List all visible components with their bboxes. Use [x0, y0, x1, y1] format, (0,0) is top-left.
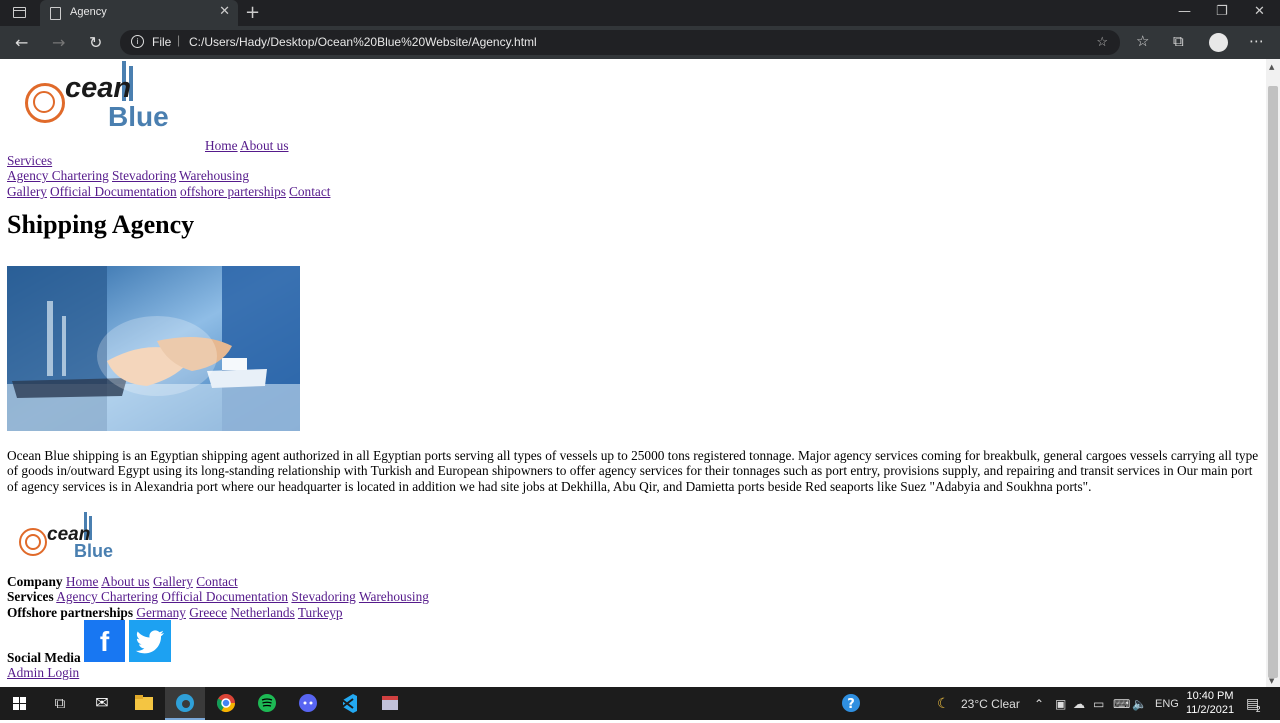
scroll-up-icon[interactable]: ▲ [1269, 63, 1274, 71]
footer-turkey-link[interactable]: Turkeyp [298, 605, 343, 620]
show-hidden-icons-icon[interactable]: ⌃ [1034, 697, 1044, 711]
nav-about-us[interactable]: About us [240, 138, 289, 153]
admin-login-link[interactable]: Admin Login [7, 665, 79, 680]
discord-icon[interactable] [288, 687, 328, 720]
social-media-label: Social Media [7, 650, 81, 665]
favorites-icon[interactable]: ☆ [1136, 32, 1149, 50]
language-indicator[interactable]: ENG [1155, 698, 1179, 710]
file-explorer-icon[interactable] [124, 687, 164, 720]
svg-text:?: ? [847, 697, 855, 712]
clock-date: 11/2/2021 [1185, 704, 1235, 716]
footer-home-link[interactable]: Home [66, 574, 99, 589]
footer-agency-chartering-link[interactable]: Agency Chartering [56, 589, 158, 604]
spotify-icon[interactable] [247, 687, 287, 720]
footer-netherlands-link[interactable]: Netherlands [230, 605, 294, 620]
url-scheme: File [152, 35, 172, 49]
page-scrollbar[interactable]: ▲ ▼ [1266, 59, 1280, 687]
footer-company-label: Company [7, 574, 63, 589]
new-tab-icon[interactable]: + [245, 2, 260, 23]
footer-warehousing-link[interactable]: Warehousing [359, 589, 429, 604]
volume-icon[interactable]: 🔈 [1132, 697, 1147, 711]
nav-gallery[interactable]: Gallery [7, 184, 47, 199]
ocean-blue-logo: cean Blue [25, 61, 190, 139]
nav-stevadoring[interactable]: Stevadoring [112, 168, 176, 183]
meet-now-icon[interactable]: ▣ [1055, 697, 1066, 711]
footer-offshore-label: Offshore partnerships [7, 605, 134, 620]
nav-warehousing[interactable]: Warehousing [179, 168, 249, 183]
scrollbar-thumb[interactable] [1268, 86, 1278, 678]
onedrive-icon[interactable]: ☁ [1073, 697, 1085, 711]
clock-time: 10:40 PM [1186, 690, 1234, 702]
help-icon[interactable]: ? [831, 687, 871, 720]
footer-logo: cean Blue [19, 512, 124, 564]
footer-about-link[interactable]: About us [101, 574, 150, 589]
tab-actions-icon[interactable] [13, 7, 26, 18]
back-icon[interactable]: ← [15, 33, 28, 52]
address-toolbar: ← → ↻ i File | C:/Users/Hady/Desktop/Oce… [0, 26, 1280, 59]
web-page: cean Blue Home About us Services Agency … [0, 59, 1266, 687]
logo-text-blue: Blue [108, 101, 169, 132]
more-icon[interactable]: ⋯ [1249, 32, 1264, 50]
add-favorite-icon[interactable]: ☆ [1096, 34, 1108, 50]
refresh-icon[interactable]: ↻ [89, 33, 102, 52]
nav-services[interactable]: Services [7, 153, 52, 168]
page-icon [50, 7, 61, 20]
vscode-icon[interactable] [329, 687, 369, 720]
tab-title: Agency [70, 6, 107, 18]
footer-services-label: Services [7, 589, 54, 604]
task-view-icon[interactable]: ⧉ [40, 687, 80, 720]
maximize-icon[interactable]: ❐ [1216, 4, 1228, 19]
close-tab-icon[interactable]: ✕ [219, 4, 230, 19]
nav-home[interactable]: Home [205, 138, 238, 153]
browser-tab[interactable]: Agency ✕ [40, 0, 238, 26]
scroll-down-icon[interactable]: ▼ [1269, 677, 1274, 685]
close-window-icon[interactable]: ✕ [1254, 4, 1265, 19]
moon-weather-icon[interactable]: ☾ [937, 695, 950, 712]
footer-official-documentation-link[interactable]: Official Documentation [161, 589, 288, 604]
facebook-icon[interactable]: f [84, 620, 125, 662]
windows-taskbar: ⧉ ✉ ? ☾ 23°C Clear ⌃ ▣ ☁ ▭ ⌨ 🔈 ENG 10:40… [0, 687, 1280, 720]
network-icon[interactable]: ⌨ [1113, 697, 1130, 711]
handshake-hero-image [7, 266, 300, 431]
collections-icon[interactable]: ⧉ [1173, 32, 1184, 50]
logo-text-ocean: cean [65, 72, 132, 104]
footer-greece-link[interactable]: Greece [189, 605, 227, 620]
nav-contact[interactable]: Contact [289, 184, 330, 199]
footer-stevadoring-link[interactable]: Stevadoring [291, 589, 355, 604]
browser-tab-strip: Agency ✕ + — ❐ ✕ [0, 0, 1280, 26]
weather-text[interactable]: 23°C Clear [961, 697, 1020, 711]
url-separator: | [177, 33, 181, 47]
page-title: Shipping Agency [7, 210, 195, 239]
agency-description: Ocean Blue shipping is an Egyptian shipp… [7, 448, 1259, 494]
notifications-count: 2 [1256, 705, 1261, 714]
footer-logo-text-blue: Blue [74, 541, 114, 561]
edge-icon[interactable] [165, 687, 205, 720]
chrome-icon[interactable] [206, 687, 246, 720]
address-bar[interactable]: i File | C:/Users/Hady/Desktop/Ocean%20B… [120, 30, 1120, 55]
info-icon[interactable]: i [131, 35, 144, 48]
forward-icon[interactable]: → [52, 33, 65, 52]
footer-contact-link[interactable]: Contact [196, 574, 237, 589]
footer-services-row: Services Agency Chartering Official Docu… [7, 589, 429, 604]
nav-official-documentation[interactable]: Official Documentation [50, 184, 177, 199]
footer-offshore-row: Offshore partnerships Germany Greece Net… [7, 605, 343, 620]
footer-gallery-link[interactable]: Gallery [153, 574, 193, 589]
footer-germany-link[interactable]: Germany [136, 605, 186, 620]
start-icon[interactable] [0, 687, 40, 720]
nav-agency-chartering[interactable]: Agency Chartering [7, 168, 109, 183]
mail-icon[interactable]: ✉ [82, 687, 122, 720]
footer-company-row: Company Home About us Gallery Contact [7, 574, 238, 589]
minimize-icon[interactable]: — [1178, 4, 1191, 19]
clock[interactable]: 10:40 PM 11/2/2021 [1180, 689, 1240, 717]
profile-avatar-icon[interactable] [1209, 33, 1228, 52]
battery-icon[interactable]: ▭ [1093, 697, 1104, 711]
url-text[interactable]: C:/Users/Hady/Desktop/Ocean%20Blue%20Web… [189, 35, 537, 49]
nav-offshore-parterships[interactable]: offshore parterships [180, 184, 286, 199]
app-icon[interactable] [370, 687, 410, 720]
twitter-icon[interactable] [129, 620, 171, 662]
